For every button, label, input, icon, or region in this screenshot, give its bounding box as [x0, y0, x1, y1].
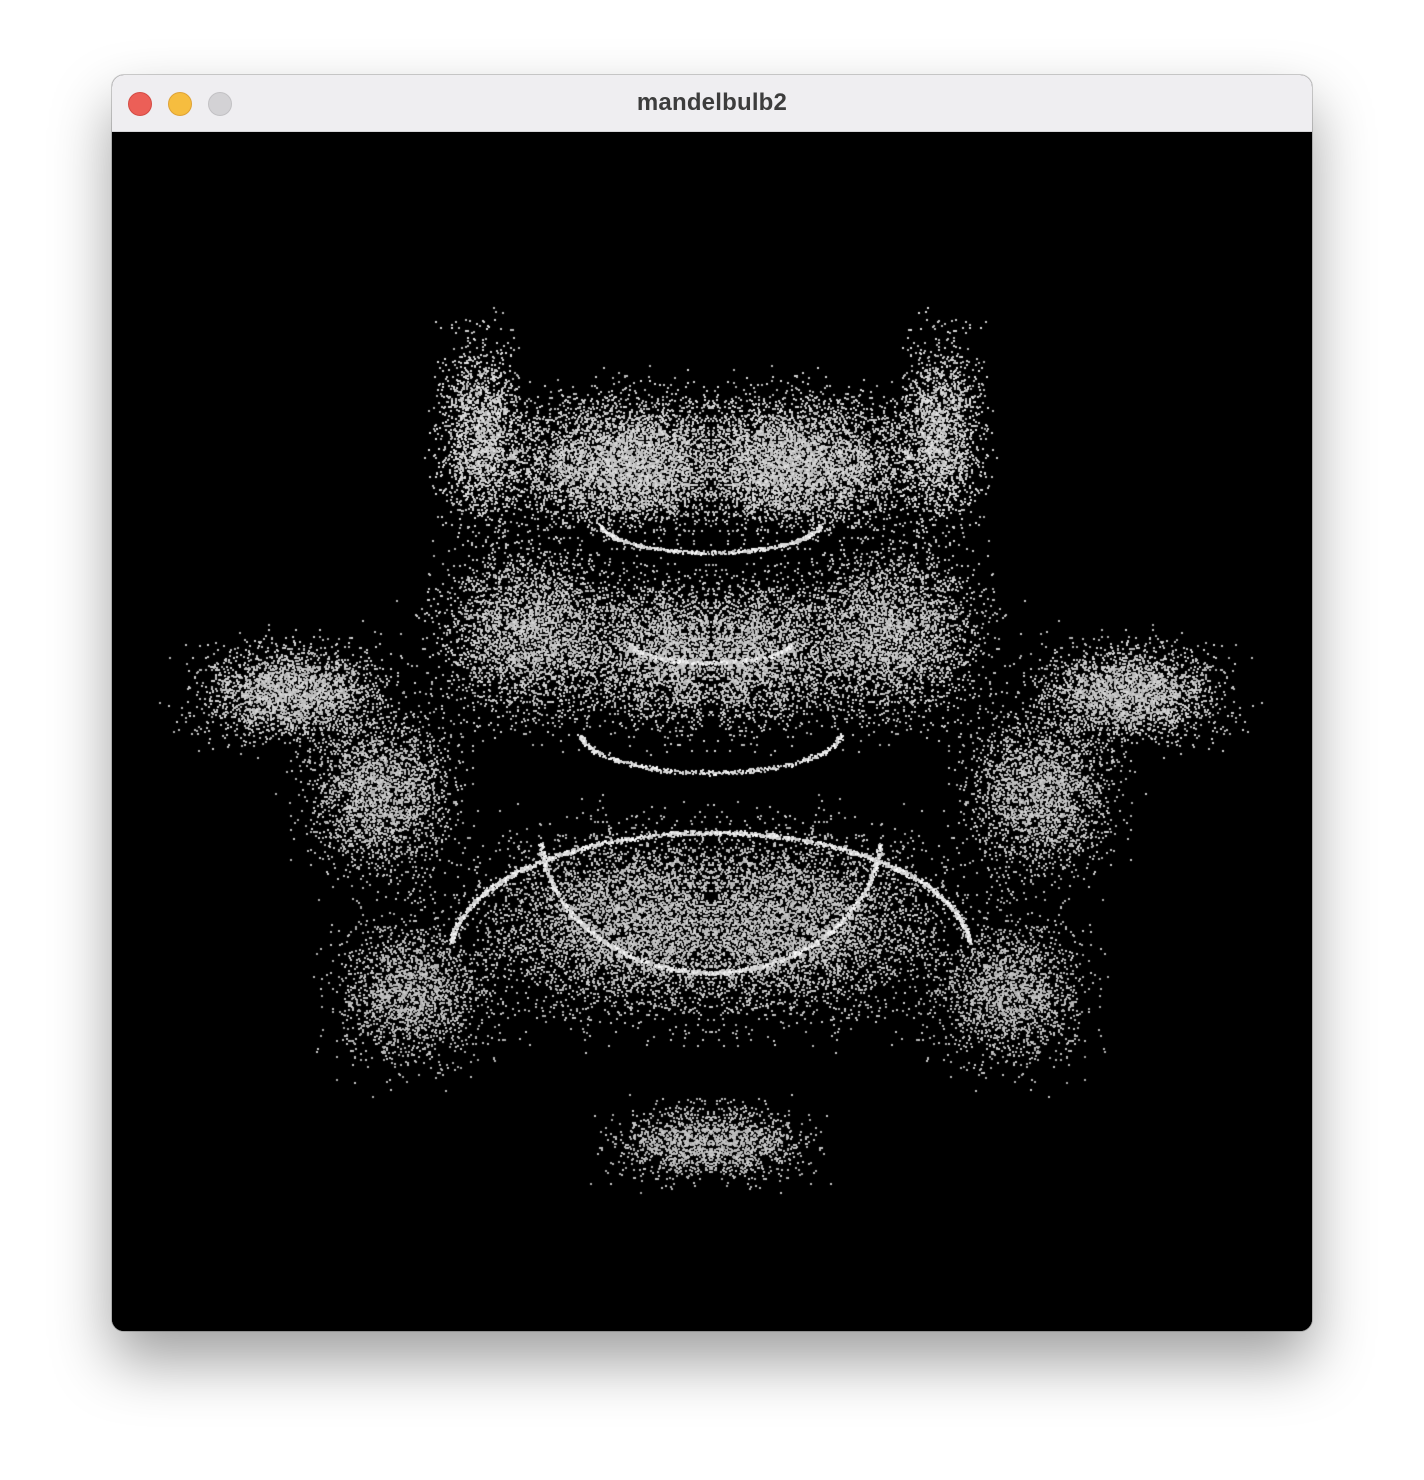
- title-bar[interactable]: mandelbulb2: [112, 75, 1312, 132]
- app-window: mandelbulb2: [112, 75, 1312, 1331]
- window-title: mandelbulb2: [636, 89, 788, 116]
- mandelbulb-render[interactable]: [112, 132, 1312, 1331]
- render-area[interactable]: [112, 132, 1312, 1331]
